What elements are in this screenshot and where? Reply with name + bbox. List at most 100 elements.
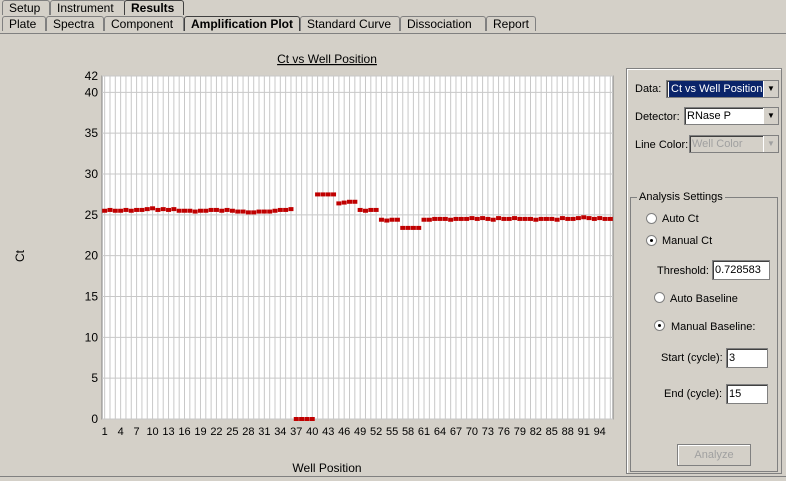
auto-ct-label: Auto Ct: [662, 213, 699, 225]
data-point: [107, 207, 113, 212]
x-tick-label: 64: [434, 426, 446, 438]
auto-baseline-radio[interactable]: [654, 292, 665, 303]
data-point: [400, 225, 406, 230]
data-point: [405, 225, 411, 230]
data-point: [373, 207, 379, 212]
data-point: [182, 208, 188, 213]
data-point: [352, 199, 358, 204]
x-tick-label: 1: [102, 426, 108, 438]
data-point: [607, 216, 613, 221]
x-tick-label: 94: [594, 426, 606, 438]
data-point: [261, 209, 267, 214]
x-tick-label: 43: [322, 426, 334, 438]
data-point: [559, 216, 565, 221]
x-tick-label: 85: [546, 426, 558, 438]
data-point: [384, 218, 390, 223]
data-point: [309, 417, 315, 421]
chevron-down-icon[interactable]: ▼: [763, 108, 778, 124]
chevron-down-icon[interactable]: ▼: [763, 136, 778, 152]
data-point: [501, 216, 507, 221]
line-color-select[interactable]: Well Color ▼: [689, 135, 779, 153]
bottom-status-strip: [0, 476, 786, 481]
data-point: [304, 417, 310, 421]
y-tick-label: 0: [91, 412, 98, 426]
data-point: [277, 207, 283, 212]
start-cycle-label: Start (cycle):: [661, 352, 723, 364]
main-tab-row: Setup Instrument Results: [0, 0, 786, 17]
data-point: [490, 217, 496, 222]
tab-component[interactable]: Component: [104, 16, 184, 31]
data-point: [474, 216, 480, 221]
data-point: [112, 208, 118, 213]
tab-standard-curve[interactable]: Standard Curve: [300, 16, 400, 31]
plot-area: [101, 75, 614, 420]
x-tick-label: 4: [118, 426, 124, 438]
data-point: [219, 208, 225, 213]
data-point: [272, 208, 278, 213]
detector-label: Detector:: [635, 111, 680, 123]
data-point: [458, 216, 464, 221]
manual-baseline-radio[interactable]: [654, 320, 665, 331]
data-point: [469, 216, 475, 221]
data-point: [283, 207, 289, 212]
analyze-button[interactable]: Analyze: [677, 444, 751, 466]
data-point: [602, 216, 608, 221]
x-tick-label: 61: [418, 426, 430, 438]
tab-dissociation[interactable]: Dissociation: [400, 16, 486, 31]
tab-report[interactable]: Report: [486, 16, 536, 31]
line-color-select-value: Well Color: [692, 138, 743, 150]
data-point: [203, 208, 209, 213]
tab-amplification-plot[interactable]: Amplification Plot: [184, 16, 300, 31]
data-point: [235, 209, 241, 214]
results-subtab-row: Plate Spectra Component Amplification Pl…: [0, 16, 786, 34]
x-tick-label: 31: [258, 426, 270, 438]
data-point: [192, 209, 198, 214]
x-tick-label: 46: [338, 426, 350, 438]
data-point: [432, 216, 438, 221]
y-tick-label: 20: [85, 249, 99, 263]
tab-spectra[interactable]: Spectra: [46, 16, 104, 31]
data-point: [267, 209, 273, 214]
manual-baseline-label: Manual Baseline:: [671, 321, 756, 333]
data-select[interactable]: Ct vs Well Position ▼: [666, 80, 779, 98]
data-point: [437, 216, 443, 221]
data-point: [208, 207, 214, 212]
threshold-label: Threshold:: [657, 265, 709, 277]
data-point: [293, 417, 299, 421]
tab-instrument[interactable]: Instrument: [50, 0, 126, 15]
chart-title: Ct vs Well Position: [277, 52, 377, 66]
data-point: [565, 216, 571, 221]
auto-ct-radio[interactable]: [646, 213, 657, 224]
x-tick-label: 49: [354, 426, 366, 438]
data-point: [389, 217, 395, 222]
data-point: [522, 216, 528, 221]
data-point: [176, 208, 182, 213]
data-point: [357, 207, 363, 212]
data-point: [453, 216, 459, 221]
data-point: [139, 207, 145, 212]
manual-ct-radio[interactable]: [646, 235, 657, 246]
data-point: [575, 216, 581, 221]
data-point: [325, 192, 331, 197]
data-point: [171, 207, 177, 212]
x-tick-label: 82: [530, 426, 542, 438]
threshold-field[interactable]: 0.728583: [712, 260, 770, 280]
data-point: [533, 217, 539, 222]
data-point: [160, 207, 166, 212]
data-point: [362, 208, 368, 213]
y-tick-label: 40: [85, 85, 99, 99]
data-point: [224, 207, 230, 212]
end-cycle-field[interactable]: 15: [726, 384, 768, 404]
tab-setup[interactable]: Setup: [2, 0, 50, 15]
tab-results[interactable]: Results: [124, 0, 184, 15]
data-point: [331, 192, 337, 197]
data-point: [591, 216, 597, 221]
tab-plate[interactable]: Plate: [2, 16, 46, 31]
start-cycle-field[interactable]: 3: [726, 348, 768, 368]
data-point: [144, 207, 150, 212]
data-point: [586, 216, 592, 221]
detector-select[interactable]: RNase P ▼: [684, 107, 779, 125]
x-tick-label: 25: [226, 426, 238, 438]
chevron-down-icon[interactable]: ▼: [763, 81, 778, 97]
y-tick-label: 5: [91, 371, 98, 385]
